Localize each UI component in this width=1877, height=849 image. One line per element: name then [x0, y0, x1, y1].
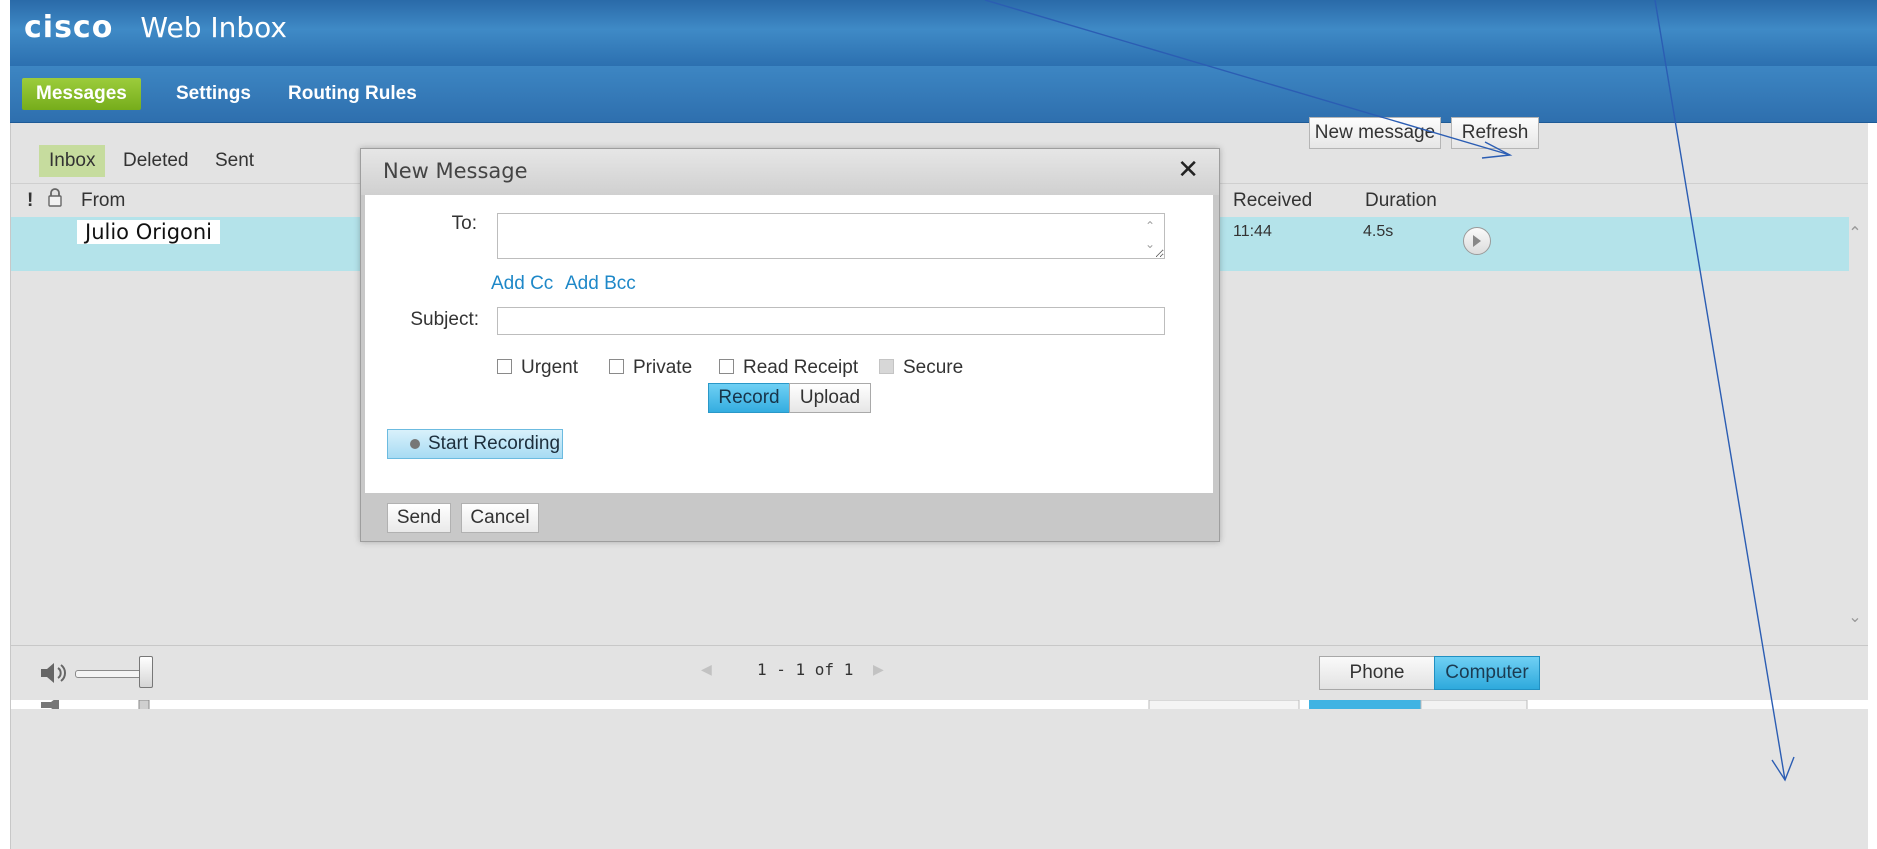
dialog-header: New Message ✕: [361, 149, 1219, 195]
start-recording-button[interactable]: Start Recording: [387, 429, 563, 459]
urgent-checkbox-label: Urgent: [521, 357, 579, 378]
app-title: Web Inbox: [140, 11, 287, 44]
brand: cisco Web Inbox: [24, 10, 287, 45]
duration-column-header[interactable]: Duration: [1365, 190, 1437, 212]
play-icon: [1473, 235, 1481, 247]
cisco-logo: cisco: [24, 10, 114, 45]
dialog-title: New Message: [383, 159, 528, 183]
read-receipt-checkbox[interactable]: Read Receipt: [719, 357, 859, 379]
private-checkbox-box[interactable]: [609, 359, 624, 374]
secure-checkbox-label: Secure: [903, 357, 964, 378]
dialog-body: To: ⌃ ⌄ Add Cc Add Bcc Subject: Urgent Pr…: [365, 195, 1213, 493]
close-icon[interactable]: ✕: [1177, 155, 1199, 185]
duplicated-footer-strip: [11, 697, 1868, 709]
start-recording-label: Start Recording: [428, 433, 561, 454]
dialog-footer: Send Cancel: [361, 495, 1219, 541]
tab-messages[interactable]: Messages: [22, 78, 141, 110]
to-field-scroll-icon[interactable]: ⌃ ⌄: [1141, 217, 1159, 253]
subject-field[interactable]: [497, 307, 1165, 335]
lock-icon: [47, 188, 63, 214]
web-inbox-app: cisco Web Inbox Messages Settings Routin…: [0, 0, 1877, 849]
new-message-dialog: New Message ✕ To: ⌃ ⌄ Add Cc Add Bcc Subj…: [360, 148, 1220, 542]
record-dot-icon: [410, 439, 420, 449]
secure-checkbox: Secure: [879, 357, 969, 379]
next-page-icon[interactable]: ▶: [873, 662, 884, 678]
to-field[interactable]: [497, 213, 1165, 259]
scroll-up-icon[interactable]: ⌃: [1845, 223, 1865, 243]
volume-slider-handle[interactable]: [139, 656, 153, 688]
cancel-button[interactable]: Cancel: [461, 503, 539, 533]
urgent-checkbox-box[interactable]: [497, 359, 512, 374]
urgent-column-header: !: [27, 190, 34, 211]
read-receipt-checkbox-label: Read Receipt: [743, 357, 859, 378]
add-bcc-link[interactable]: Add Bcc: [565, 273, 636, 295]
app-header: cisco Web Inbox: [10, 0, 1877, 66]
main-nav: Messages Settings Routing Rules: [10, 66, 1877, 123]
previous-page-icon[interactable]: ◀: [701, 662, 712, 678]
private-checkbox-label: Private: [633, 357, 693, 378]
folder-deleted[interactable]: Deleted: [113, 145, 199, 177]
folder-sent[interactable]: Sent: [205, 145, 264, 177]
playback-phone-button[interactable]: Phone: [1319, 656, 1435, 690]
message-from: Julio Origoni: [77, 220, 221, 244]
record-mode-button[interactable]: Record: [708, 383, 790, 413]
page-indicator: 1 - 1 of 1: [757, 660, 854, 679]
folder-inbox[interactable]: Inbox: [39, 145, 106, 177]
new-message-button[interactable]: New message: [1309, 117, 1441, 149]
upload-mode-button[interactable]: Upload: [789, 383, 871, 413]
subject-label: Subject:: [410, 309, 479, 330]
received-column-header[interactable]: Received: [1233, 190, 1312, 212]
secure-checkbox-box: [879, 359, 894, 374]
player-footer: ◀ 1 - 1 of 1 ▶ Phone Computer: [11, 645, 1868, 698]
urgent-checkbox[interactable]: Urgent: [497, 357, 587, 379]
send-button[interactable]: Send: [387, 503, 451, 533]
to-label: To:: [451, 213, 477, 234]
scroll-down-icon[interactable]: ⌄: [1845, 607, 1865, 627]
message-received: 11:44: [1233, 223, 1272, 240]
message-duration: 4.5s: [1363, 223, 1394, 240]
add-cc-link[interactable]: Add Cc: [491, 273, 553, 295]
speaker-icon[interactable]: [39, 660, 71, 690]
volume-slider[interactable]: [75, 670, 147, 678]
play-message-button[interactable]: [1463, 227, 1491, 255]
from-column-header[interactable]: From: [81, 190, 125, 212]
tab-settings[interactable]: Settings: [162, 78, 265, 110]
tab-routing-rules[interactable]: Routing Rules: [274, 78, 431, 110]
refresh-button[interactable]: Refresh: [1451, 117, 1539, 149]
playback-computer-button[interactable]: Computer: [1434, 656, 1540, 690]
read-receipt-checkbox-box[interactable]: [719, 359, 734, 374]
private-checkbox[interactable]: Private: [609, 357, 699, 379]
